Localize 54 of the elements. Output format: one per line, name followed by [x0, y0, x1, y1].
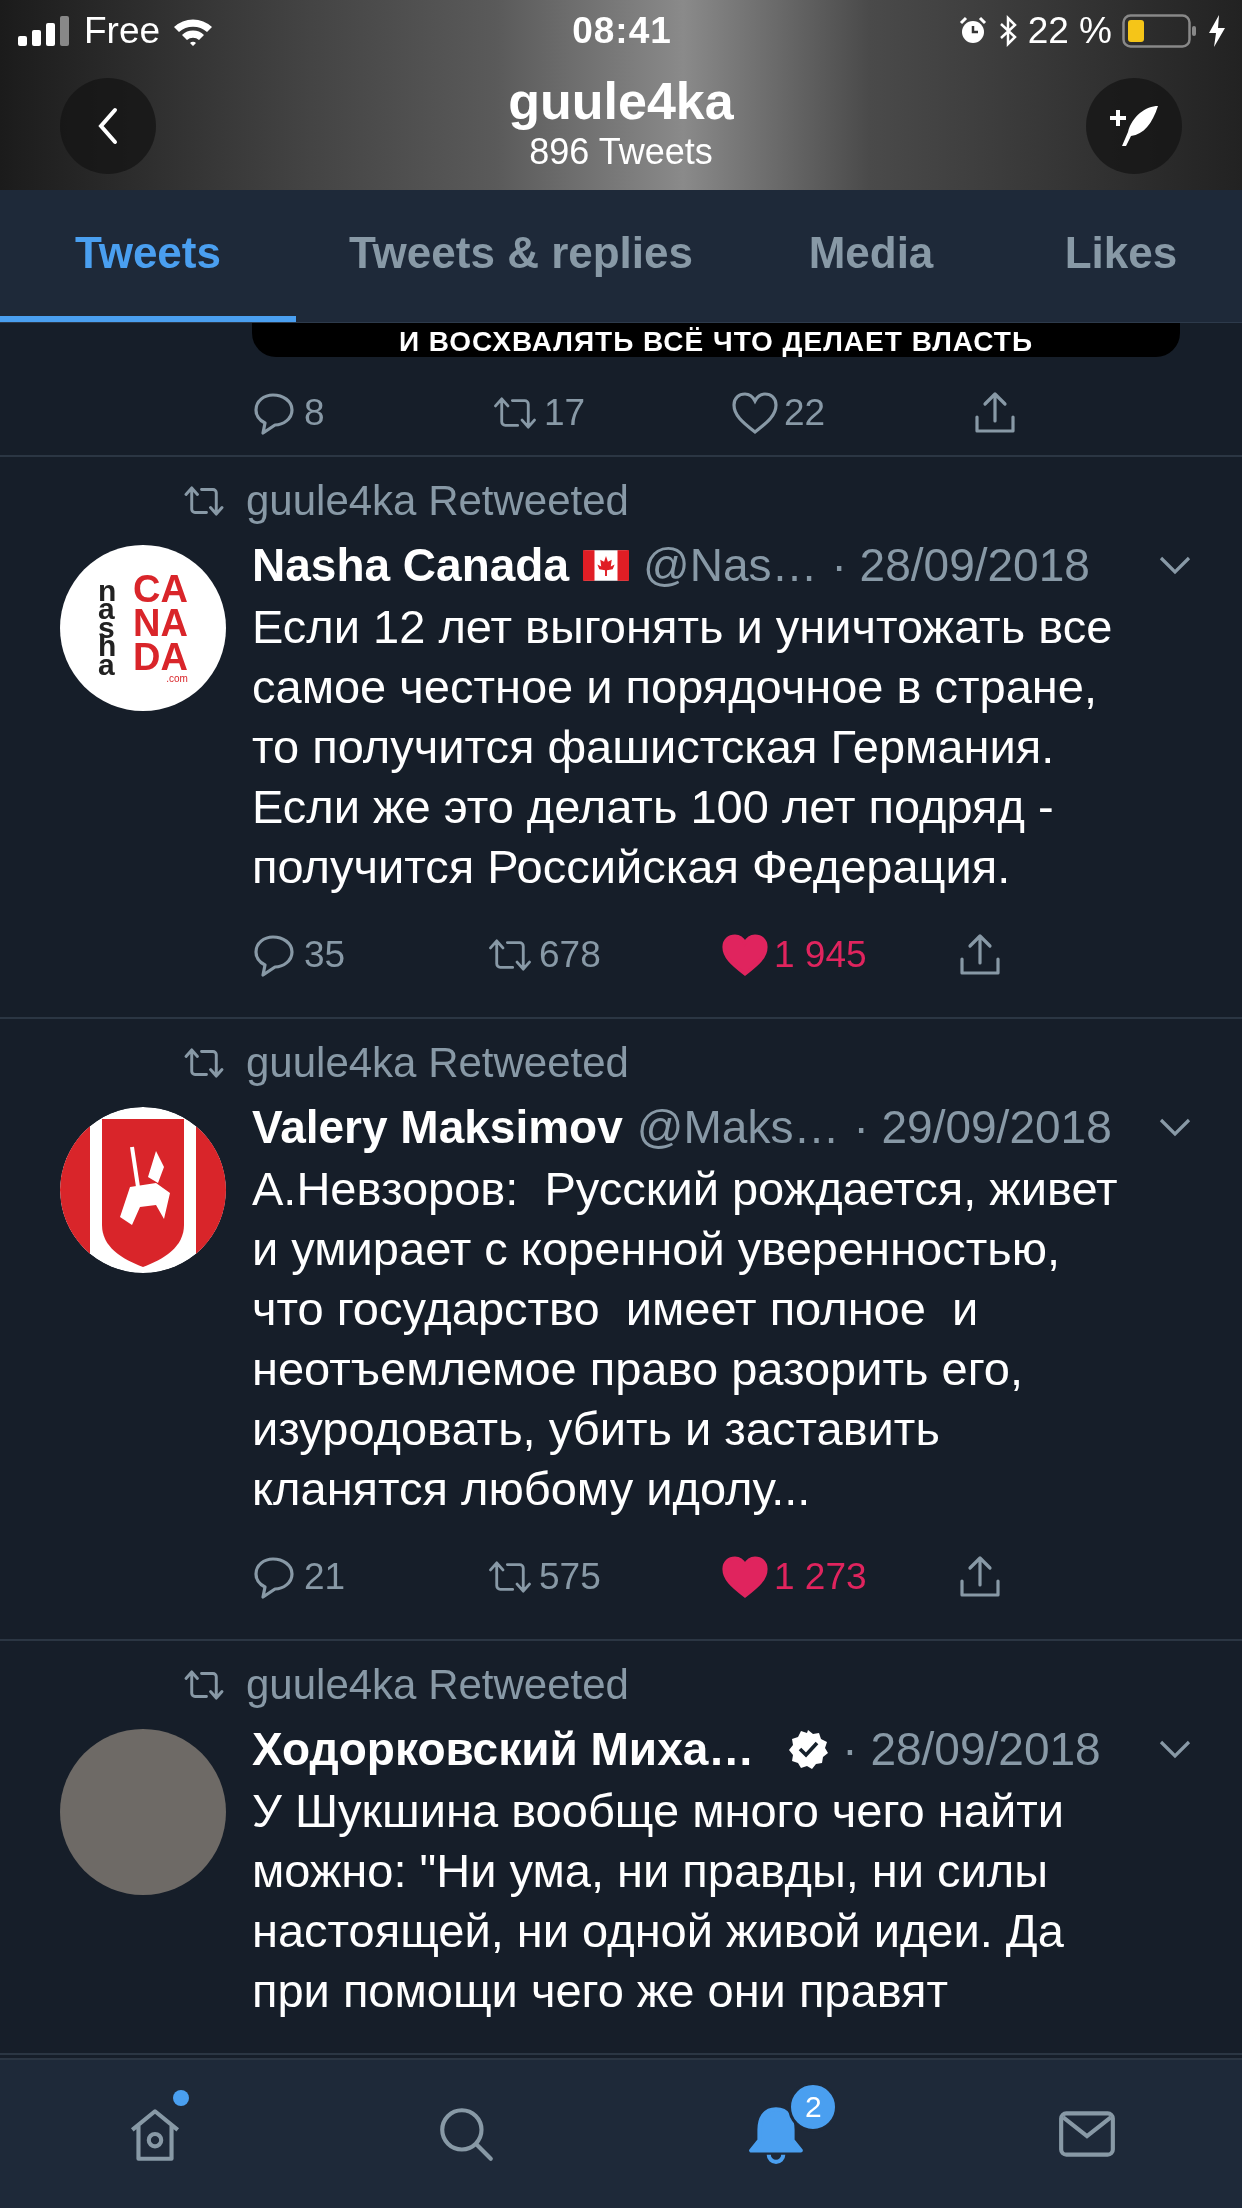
- media-caption: И ВОСХВАЛЯТЬ ВСЁ ЧТО ДЕЛАЕТ ВЛАСТЬ: [398, 327, 1034, 357]
- author-handle: @Maks…: [636, 1100, 840, 1154]
- logo-text: nasha: [98, 581, 118, 675]
- carrier-name: Free: [84, 10, 161, 52]
- heart-icon[interactable]: [732, 391, 778, 435]
- author-name: Ходорковский Миха…: [252, 1722, 755, 1776]
- share-icon[interactable]: [972, 391, 1018, 435]
- clock-time: 08:41: [572, 10, 672, 52]
- heart-icon[interactable]: [722, 933, 768, 977]
- chevron-down-icon[interactable]: [1158, 1739, 1192, 1759]
- retweet-count: 678: [539, 934, 601, 976]
- profile-name: guule4ka: [508, 71, 734, 131]
- retweet-count: 575: [539, 1556, 601, 1598]
- share-icon[interactable]: [957, 1555, 1003, 1599]
- tweet-text: А.Невзоров: Русский рождается, живет и умирает с коренной уверенностью, что государство имеет полное и неотъемлемое право разорить его, изуродовать, убить и заставить кланятся любому идолу...: [252, 1161, 1119, 1517]
- like-count: 1 945: [774, 934, 867, 976]
- share-icon[interactable]: [957, 933, 1003, 977]
- logo-text: .com: [166, 674, 188, 685]
- alarm-icon: [957, 16, 988, 46]
- profile-tab[interactable]: Likes: [996, 190, 1242, 322]
- author-handle: @Nas…: [643, 538, 818, 592]
- tweet-text: Если 12 лет выгонять и уничтожать все самое честное и порядочное в стране, то получится фашистская Германия. Если же это делать 100 лет подряд - получится Российская Федерация.: [252, 599, 1114, 895]
- heart-icon[interactable]: [722, 1555, 768, 1599]
- signal-icon: [18, 16, 72, 46]
- reply-count: 35: [304, 934, 346, 976]
- retweet-count: 17: [544, 392, 586, 434]
- logo-text: CA: [133, 571, 188, 606]
- tweet-date: · 28/09/2018: [831, 538, 1090, 592]
- chevron-down-icon[interactable]: [1158, 555, 1192, 575]
- chevron-down-icon[interactable]: [1158, 1117, 1192, 1137]
- profile-tab[interactable]: Media: [746, 190, 996, 322]
- retweet-icon: [182, 1667, 226, 1703]
- tweet-date: · 28/09/2018: [842, 1722, 1101, 1776]
- author-name: Nasha Canada: [252, 538, 569, 592]
- logo-text: NA: [133, 605, 188, 641]
- reply-count: 8: [304, 392, 325, 434]
- like-count: 1 273: [774, 1556, 867, 1598]
- profile-tab[interactable]: Tweets & replies: [296, 190, 746, 322]
- retweeted-by-label: guule4ka Retweeted: [246, 1039, 629, 1087]
- like-count: 22: [784, 392, 826, 434]
- reply-count: 21: [304, 1556, 346, 1598]
- tweet-text: У Шукшина вообще много чего найти можно: "Ни ума, ни правды, ни силы настоящей, ни одной живой идеи. Да при помощи чего же они правят: [252, 1783, 1065, 2019]
- battery-icon: [1122, 14, 1198, 48]
- retweeted-by-label: guule4ka Retweeted: [246, 1661, 629, 1709]
- author-name: Valery Maksimov: [252, 1100, 623, 1154]
- battery-percent: 22 %: [1027, 10, 1112, 52]
- retweeted-by-label: guule4ka Retweeted: [246, 477, 629, 525]
- tweet-count: 896 Tweets: [529, 131, 713, 173]
- logo-text: DA: [133, 640, 188, 675]
- retweet-icon: [182, 1045, 226, 1081]
- charging-icon: [1208, 15, 1226, 47]
- avatar-emblem[interactable]: [60, 1107, 226, 1273]
- tweet-date: · 29/09/2018: [853, 1100, 1112, 1154]
- retweet-icon: [182, 483, 226, 519]
